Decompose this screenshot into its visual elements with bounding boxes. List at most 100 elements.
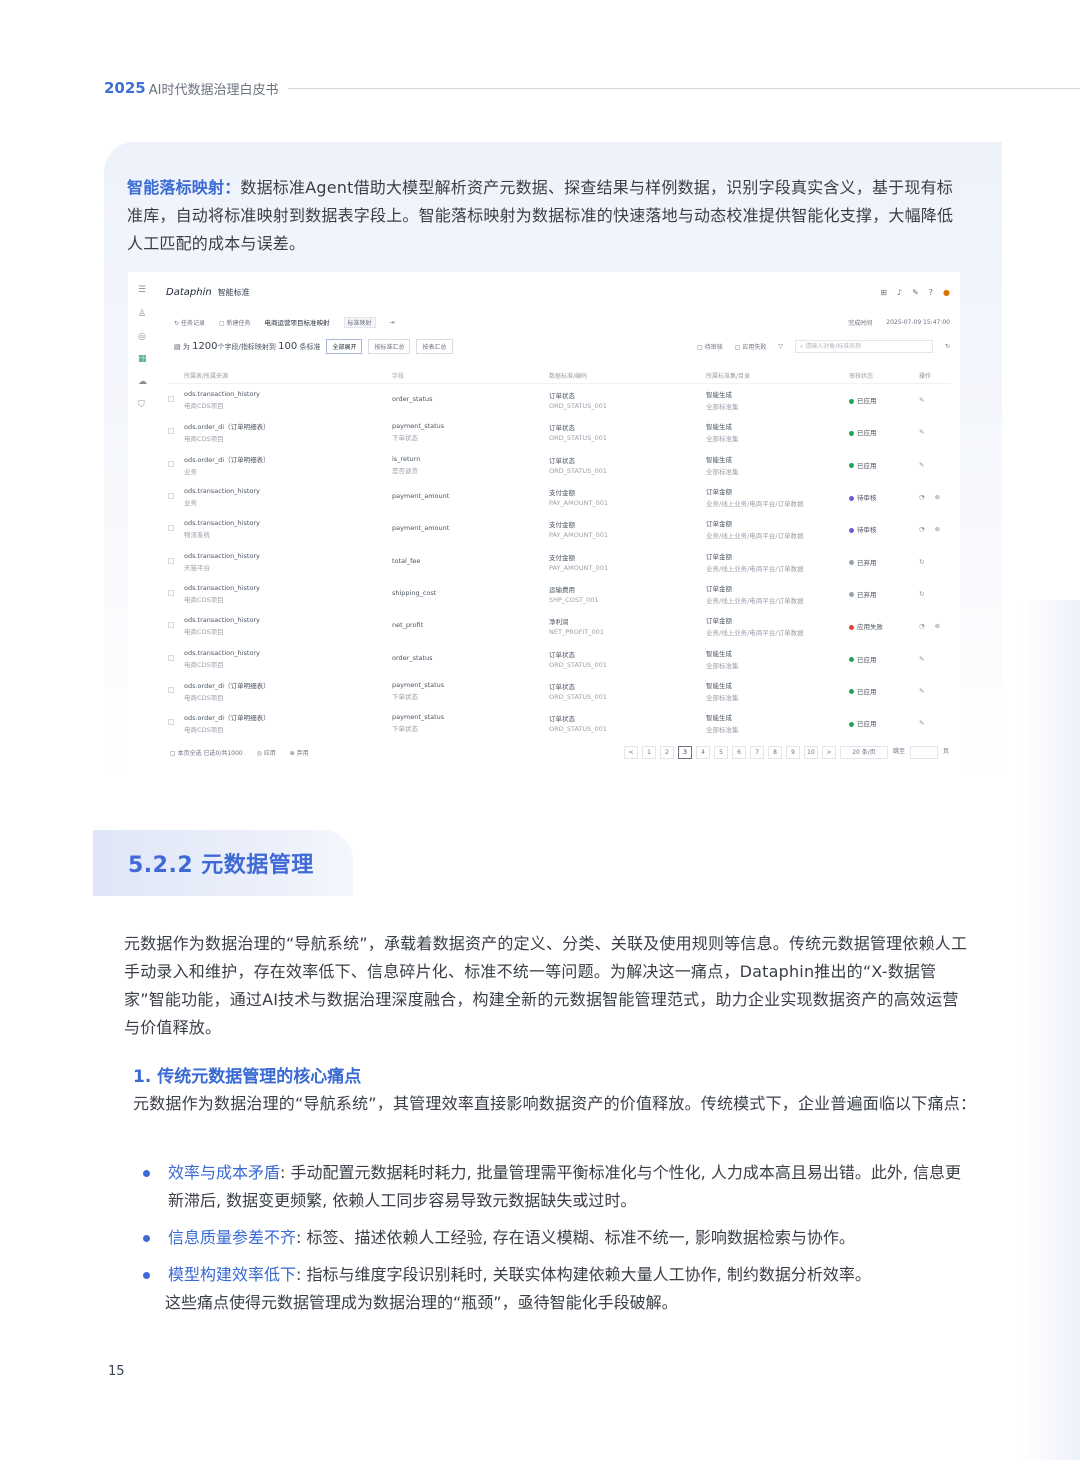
table-row[interactable]: ods.order_di（订单明细表） 电商CDS项目 payment_status… xyxy=(168,675,950,707)
group-by-table-button[interactable]: 按表汇总 xyxy=(416,338,453,354)
page-button[interactable]: 1 xyxy=(642,745,656,759)
reject-icon[interactable]: ⊗ xyxy=(935,525,940,533)
task-record-link[interactable]: ↻ 任务记录 xyxy=(174,318,205,327)
edit-icon[interactable]: ✎ xyxy=(919,428,924,436)
approve-icon[interactable]: ◔ xyxy=(919,622,925,630)
row-checkbox[interactable] xyxy=(168,654,184,663)
row-checkbox[interactable] xyxy=(168,719,184,727)
jump-input[interactable] xyxy=(910,745,938,759)
page-header: 2025 AI时代数据治理白皮书 xyxy=(104,78,1080,98)
row-actions: ◔ ⊗ xyxy=(919,622,950,630)
row-checkbox[interactable] xyxy=(168,622,184,630)
task-toolbar: ↻ 任务记录 ▢ 新建任务 电商运营项目标准映射 标准映射 ⇥ 完成时间 202… xyxy=(174,316,950,328)
status-badge: 已应用 xyxy=(849,654,919,664)
finish-time: 2025-07-09 15:47:00 xyxy=(886,318,950,326)
edit-icon[interactable]: ✎ xyxy=(919,461,924,469)
search-input[interactable]: ⌕ 请输入对象/标准名称 xyxy=(794,339,933,353)
reject-icon[interactable]: ⊗ xyxy=(935,493,940,501)
edit-icon[interactable]: ✎ xyxy=(919,396,924,404)
bullet-text: : 手动配置元数据耗时耗力, 批量管理需平衡标准化与个性化, 人力成本高且易出错… xyxy=(168,1163,962,1210)
row-actions: ◔ ⊗ xyxy=(919,493,950,501)
row-checkbox[interactable] xyxy=(168,460,184,469)
apply-button[interactable]: ◎ 应用 xyxy=(257,748,276,757)
row-actions: ↻ xyxy=(919,558,950,566)
edit-icon[interactable]: ✎ xyxy=(919,655,924,663)
page-button[interactable]: 9 xyxy=(786,745,800,759)
status-label: 应用失败 xyxy=(857,623,883,632)
restore-icon[interactable]: ↻ xyxy=(919,558,924,566)
standard-set: 智能生成 xyxy=(706,391,732,400)
approve-icon[interactable]: ◔ xyxy=(919,525,925,533)
page-size-select[interactable]: 20 条/页 xyxy=(840,745,888,759)
table-row[interactable]: ods.transaction_history 电商CDS项目 net_profit… xyxy=(168,610,950,642)
row-checkbox[interactable] xyxy=(168,589,184,598)
row-checkbox[interactable] xyxy=(168,525,184,533)
export-icon[interactable]: ⇥ xyxy=(390,319,395,326)
reject-icon[interactable]: ⊗ xyxy=(935,622,940,630)
group-by-standard-button[interactable]: 按标准汇总 xyxy=(368,338,411,354)
pending-filter[interactable]: ▢ 待审核 xyxy=(697,342,723,351)
menu-icon[interactable]: ☰ xyxy=(138,285,146,295)
failed-filter[interactable]: ▢ 应用失败 xyxy=(735,342,767,351)
standard-set: 智能生成 xyxy=(706,455,732,464)
shield-icon[interactable]: ⛉ xyxy=(138,400,145,410)
source-name: 电商CDS项目 xyxy=(184,435,224,444)
restore-icon[interactable]: ↻ xyxy=(919,590,924,598)
table-row[interactable]: ods.transaction_history 电商CDS项目 shipping_c… xyxy=(168,578,950,610)
standard-name: 订单状态 xyxy=(549,424,575,433)
pain-points-list: 效率与成本矛盾: 手动配置元数据耗时耗力, 批量管理需平衡标准化与个性化, 人力… xyxy=(140,1159,970,1326)
table-row[interactable]: ods.transaction_history 天猫平台 total_fee 支付金额… xyxy=(168,545,950,577)
page-button[interactable]: 8 xyxy=(768,745,782,759)
bell-icon[interactable]: ♪ xyxy=(897,288,902,297)
person-icon[interactable]: ♙ xyxy=(138,309,146,319)
table-row[interactable]: ods.transaction_history 物流系统 payment_amoun… xyxy=(168,513,950,545)
page-button[interactable]: 5 xyxy=(714,745,728,759)
page-button[interactable]: 4 xyxy=(696,745,710,759)
row-checkbox[interactable] xyxy=(168,428,184,436)
page-button[interactable]: 3 xyxy=(678,745,692,759)
cloud-icon[interactable]: ☁ xyxy=(138,377,147,387)
new-task-link[interactable]: ▢ 新建任务 xyxy=(219,318,251,327)
status-label: 已弃用 xyxy=(857,558,877,567)
table-name: ods.transaction_history xyxy=(184,551,260,560)
pagination: <1 2 3 4 5 6 7 8 9 10 >20 条/页 跳至 页 xyxy=(624,745,950,759)
asset-icon[interactable]: ◎ xyxy=(138,332,146,342)
discard-button[interactable]: ⊗ 弃用 xyxy=(290,748,309,757)
page-button[interactable]: 7 xyxy=(750,745,764,759)
grid-icon[interactable]: ▦ xyxy=(138,354,147,364)
avatar[interactable]: ● xyxy=(943,288,950,297)
row-checkbox[interactable] xyxy=(168,396,184,404)
refresh-icon[interactable]: ↻ xyxy=(945,343,950,350)
table-name: ods.transaction_history xyxy=(184,519,260,528)
table-row[interactable]: ods.transaction_history 业务 payment_amount 支… xyxy=(168,481,950,513)
select-page-checkbox[interactable]: ▢ 本页全选 已选0/共1000 xyxy=(170,748,243,757)
table-row[interactable]: ods.transaction_history 电商CDS项目 order_stat… xyxy=(168,642,950,674)
standard-set: 智能生成 xyxy=(706,423,732,432)
filter-icon[interactable]: ▽ xyxy=(778,343,783,350)
table-row[interactable]: ods.transaction_history 电商CDS项目 order_stat… xyxy=(168,384,950,416)
table-row[interactable]: ods.order_di（订单明细表） 业务 is_return 是否退货 订单状态 OR… xyxy=(168,449,950,481)
row-checkbox[interactable] xyxy=(168,557,184,566)
expand-all-button[interactable]: 全部展开 xyxy=(326,338,363,354)
edit-icon[interactable]: ✎ xyxy=(919,719,924,727)
next-page-button[interactable]: > xyxy=(822,745,836,759)
row-checkbox[interactable] xyxy=(168,493,184,501)
row-checkbox[interactable] xyxy=(168,686,184,695)
help-icon[interactable]: ? xyxy=(929,288,933,297)
standard-catalog: 业务/线上业务/电商平台/订单数据 xyxy=(706,500,804,509)
standard-name: 订单状态 xyxy=(549,715,575,724)
prev-page-button[interactable]: < xyxy=(624,745,638,759)
mapping-summary: ▤ 为 1200个字段/指标映射到 100 条标准 xyxy=(174,340,321,352)
header-year: 2025 xyxy=(104,79,146,97)
page-button[interactable]: 10 xyxy=(804,745,818,759)
page-button[interactable]: 2 xyxy=(660,745,674,759)
row-actions: ✎ xyxy=(919,428,950,436)
wrench-icon[interactable]: ✎ xyxy=(912,288,919,297)
page-button[interactable]: 6 xyxy=(732,745,746,759)
add-icon[interactable]: ⊞ xyxy=(880,288,887,297)
table-row[interactable]: ods.order_di（订单明细表） 电商CDS项目 payment_status… xyxy=(168,707,950,739)
standard-catalog: 全部标准集 xyxy=(706,661,739,670)
edit-icon[interactable]: ✎ xyxy=(919,687,924,695)
table-row[interactable]: ods.order_di（订单明细表） 电商CDS项目 payment_status… xyxy=(168,416,950,448)
approve-icon[interactable]: ◔ xyxy=(919,493,925,501)
